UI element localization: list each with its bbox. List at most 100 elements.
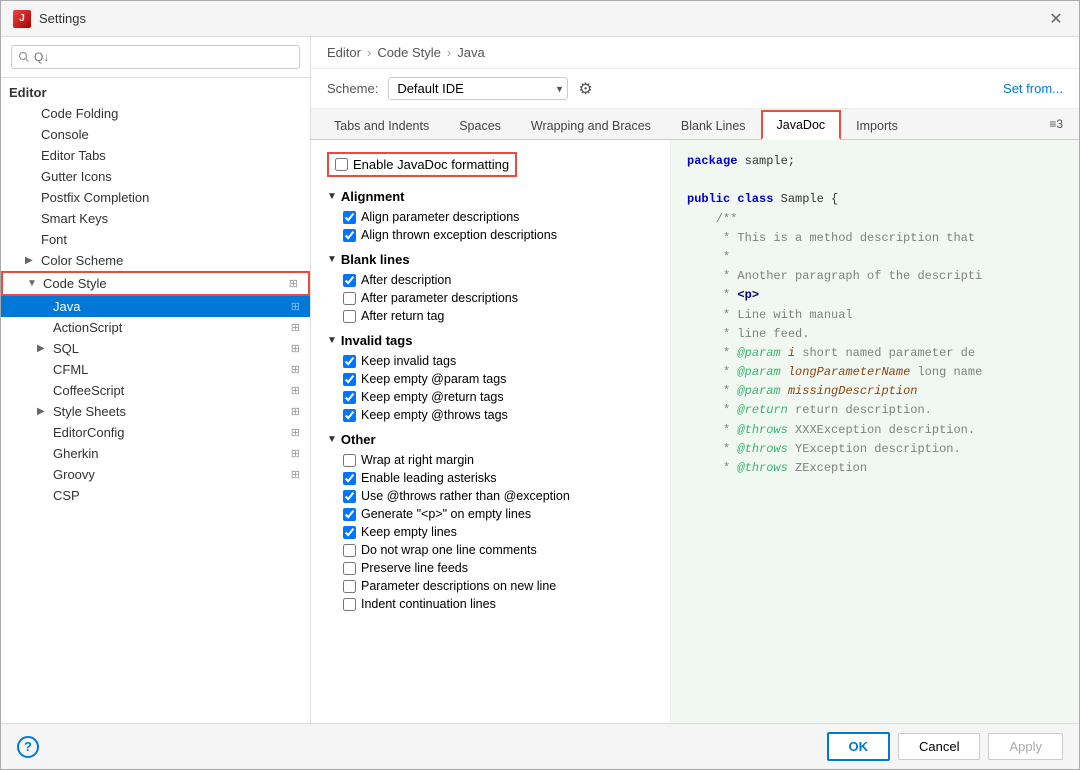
settings-panel: Enable JavaDoc formatting ▼ Alignment Al… [311,140,671,723]
scheme-gear-button[interactable]: ⚙ [578,79,592,99]
other-section-toggle[interactable]: ▼ Other [327,432,654,447]
param-new-line-checkbox[interactable] [343,580,356,593]
option-keep-empty-return: Keep empty @return tags [327,388,654,406]
option-keep-empty-throws: Keep empty @throws tags [327,406,654,424]
after-desc-checkbox[interactable] [343,274,356,287]
ok-button[interactable]: OK [827,732,891,761]
keep-invalid-checkbox[interactable] [343,355,356,368]
style-sheets-expand-arrow: ▶ [37,406,49,417]
sql-copy-icon: ⊞ [291,342,300,355]
code-line-16: * @throws YException description. [687,440,1063,459]
align-param-checkbox[interactable] [343,211,356,224]
scheme-label: Scheme: [327,81,378,96]
sidebar-item-gherkin[interactable]: Gherkin ⊞ [1,443,310,464]
code-line-10: * line feed. [687,325,1063,344]
right-panel: Editor › Code Style › Java Scheme: Defau… [311,37,1079,723]
sidebar-item-coffeescript[interactable]: CoffeeScript ⊞ [1,380,310,401]
option-keep-empty-param: Keep empty @param tags [327,370,654,388]
throws-exception-checkbox[interactable] [343,490,356,503]
option-after-desc: After description [327,271,654,289]
code-line-14: * @return return description. [687,401,1063,420]
option-throws-exception: Use @throws rather than @exception [327,487,654,505]
sidebar-item-postfix[interactable]: Postfix Completion [1,187,310,208]
breadcrumb-java: Java [457,45,484,60]
code-line-8: * <p> [687,286,1063,305]
no-wrap-one-line-checkbox[interactable] [343,544,356,557]
option-indent-continuation: Indent continuation lines [327,595,654,613]
sidebar-item-editorconfig[interactable]: EditorConfig ⊞ [1,422,310,443]
tab-tabs-indents[interactable]: Tabs and Indents [319,112,444,139]
sidebar-item-cfml[interactable]: CFML ⊞ [1,359,310,380]
after-param-desc-checkbox[interactable] [343,292,356,305]
sidebar-item-csp[interactable]: CSP [1,485,310,506]
code-line-13: * @param missingDescription [687,382,1063,401]
keep-empty-param-checkbox[interactable] [343,373,356,386]
tab-spaces[interactable]: Spaces [444,112,516,139]
invalid-tags-arrow: ▼ [327,335,337,346]
option-no-wrap-one-line: Do not wrap one line comments [327,541,654,559]
sidebar-item-color-scheme[interactable]: ▶ Color Scheme [1,250,310,271]
cancel-button[interactable]: Cancel [898,733,980,760]
sidebar-item-editor-tabs[interactable]: Editor Tabs [1,145,310,166]
tab-wrapping[interactable]: Wrapping and Braces [516,112,666,139]
sidebar-item-font[interactable]: Font [1,229,310,250]
sidebar-item-groovy[interactable]: Groovy ⊞ [1,464,310,485]
tab-blank-lines[interactable]: Blank Lines [666,112,761,139]
leading-asterisks-checkbox[interactable] [343,472,356,485]
preserve-feeds-checkbox[interactable] [343,562,356,575]
sidebar-item-java[interactable]: Java ⊞ [1,296,310,317]
generate-p-checkbox[interactable] [343,508,356,521]
option-after-param-desc: After parameter descriptions [327,289,654,307]
code-line-1: package sample; [687,152,1063,171]
keep-empty-throws-checkbox[interactable] [343,409,356,422]
tab-more[interactable]: ≡3 [1041,113,1071,135]
option-param-new-line: Parameter descriptions on new line [327,577,654,595]
option-leading-asterisks: Enable leading asterisks [327,469,654,487]
title-bar-left: J Settings [13,10,86,28]
tab-javadoc[interactable]: JavaDoc [761,110,842,140]
settings-window: J Settings ✕ Editor Code Folding [0,0,1080,770]
close-button[interactable]: ✕ [1045,8,1067,30]
breadcrumb-editor: Editor [327,45,361,60]
actionscript-copy-icon: ⊞ [291,321,300,334]
wrap-margin-checkbox[interactable] [343,454,356,467]
scheme-bar: Scheme: Default IDE ⚙ Set from... [311,69,1079,109]
indent-continuation-checkbox[interactable] [343,598,356,611]
cfml-copy-icon: ⊞ [291,363,300,376]
blank-lines-section-toggle[interactable]: ▼ Blank lines [327,252,654,267]
editorconfig-copy-icon: ⊞ [291,426,300,439]
keep-empty-return-checkbox[interactable] [343,391,356,404]
breadcrumb-code-style: Code Style [377,45,441,60]
enable-javadoc-label[interactable]: Enable JavaDoc formatting [327,152,517,177]
tabs-bar: Tabs and Indents Spaces Wrapping and Bra… [311,109,1079,140]
help-button[interactable]: ? [17,736,39,758]
search-input[interactable] [11,45,300,69]
code-line-3: public class Sample { [687,190,1063,209]
tab-imports[interactable]: Imports [841,112,913,139]
after-return-checkbox[interactable] [343,310,356,323]
scheme-select[interactable]: Default IDE [388,77,568,100]
sidebar-item-smart-keys[interactable]: Smart Keys [1,208,310,229]
apply-button[interactable]: Apply [988,733,1063,760]
option-wrap-margin: Wrap at right margin [327,451,654,469]
alignment-section-toggle[interactable]: ▼ Alignment [327,189,654,204]
align-throws-checkbox[interactable] [343,229,356,242]
keep-empty-lines-checkbox[interactable] [343,526,356,539]
sidebar-item-style-sheets[interactable]: ▶ Style Sheets ⊞ [1,401,310,422]
sidebar-item-code-style[interactable]: ▼ Code Style ⊞ [1,271,310,296]
sidebar-item-sql[interactable]: ▶ SQL ⊞ [1,338,310,359]
bottom-bar: ? OK Cancel Apply [1,723,1079,769]
invalid-tags-section-toggle[interactable]: ▼ Invalid tags [327,333,654,348]
scheme-select-wrapper: Default IDE [388,77,568,100]
enable-javadoc-checkbox[interactable] [335,158,348,171]
sidebar-item-console[interactable]: Console [1,124,310,145]
gherkin-copy-icon: ⊞ [291,447,300,460]
coffeescript-copy-icon: ⊞ [291,384,300,397]
sidebar-item-code-folding[interactable]: Code Folding [1,103,310,124]
sidebar-item-actionscript[interactable]: ActionScript ⊞ [1,317,310,338]
sql-expand-arrow: ▶ [37,343,49,354]
app-icon: J [13,10,31,28]
set-from-link[interactable]: Set from... [1003,81,1063,96]
option-keep-invalid: Keep invalid tags [327,352,654,370]
sidebar-item-gutter-icons[interactable]: Gutter Icons [1,166,310,187]
